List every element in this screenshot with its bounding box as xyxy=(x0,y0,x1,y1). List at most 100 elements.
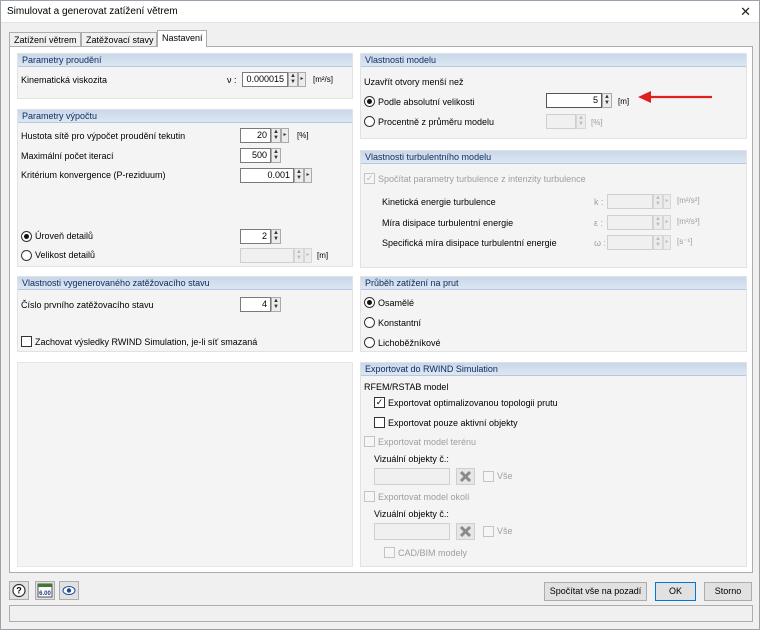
detail-size-menu-arrow[interactable]: ▸ xyxy=(304,248,312,263)
specific-dissipation-spinner[interactable]: ▲ ▼ xyxy=(653,235,663,250)
mesh-density-spinner[interactable]: ▲ ▼ xyxy=(271,128,281,143)
ok-button[interactable]: OK xyxy=(655,582,696,601)
mesh-density-menu-arrow[interactable]: ▸ xyxy=(281,128,289,143)
panel-title: Vlastnosti modelu xyxy=(361,54,746,67)
mesh-density-input[interactable]: 20 xyxy=(240,128,271,143)
absolute-size-unit: [m] xyxy=(618,97,630,106)
kinetic-energy-label: Kinetická energie turbulence xyxy=(382,197,496,207)
detail-size-spinner[interactable]: ▲ ▼ xyxy=(294,248,304,263)
export-optimized-topology-label: Exportovat optimalizovanou topologii pru… xyxy=(388,398,558,408)
select-objects-icon-1[interactable] xyxy=(456,468,475,485)
kinetic-energy-symbol: k : xyxy=(594,197,604,207)
export-active-only-label: Exportovat pouze aktivní objekty xyxy=(388,418,518,428)
percent-size-spinner[interactable]: ▲ ▼ xyxy=(576,114,586,129)
all-checkbox-1[interactable] xyxy=(483,471,494,482)
export-terrain-checkbox[interactable] xyxy=(364,436,375,447)
visual-objects-label-2: Vizuální objekty č.: xyxy=(374,509,449,519)
calculate-all-background-button[interactable]: Spočítat vše na pozadí xyxy=(544,582,647,601)
absolute-size-spinner[interactable]: ▲ ▼ xyxy=(602,93,612,108)
max-iterations-input[interactable]: 500 xyxy=(240,148,271,163)
kinetic-energy-unit: [m²/s²] xyxy=(677,196,700,205)
cad-bim-checkbox[interactable] xyxy=(384,547,395,558)
load-trapezoidal-radio[interactable] xyxy=(364,337,375,348)
absolute-size-radio[interactable] xyxy=(364,96,375,107)
percent-size-input[interactable] xyxy=(546,114,576,129)
turbulence-calc-checkbox[interactable]: ✓ xyxy=(364,173,375,184)
rfem-model-label: RFEM/RSTAB model xyxy=(364,382,449,392)
visual-objects-input-2[interactable] xyxy=(374,523,450,540)
dissipation-rate-unit: [m²/s³] xyxy=(677,217,700,226)
settings-page: Parametry proudění Kinematická viskozita… xyxy=(9,46,753,573)
all-label-1: Vše xyxy=(497,471,513,481)
cancel-button[interactable]: Storno xyxy=(704,582,752,601)
help-button[interactable]: ? xyxy=(9,581,29,600)
convergence-label: Kritérium konvergence (P-reziduum) xyxy=(21,170,166,180)
svg-text:?: ? xyxy=(16,586,22,596)
first-load-case-spinner[interactable]: ▲ ▼ xyxy=(271,297,281,312)
tab-wind-loads[interactable]: Zatížení větrem xyxy=(9,32,81,46)
percent-size-unit: [%] xyxy=(591,118,603,127)
cad-bim-label: CAD/BIM modely xyxy=(398,548,468,558)
status-bar xyxy=(9,605,753,622)
convergence-input[interactable]: 0.001 xyxy=(240,168,294,183)
load-trapezoidal-label: Lichoběžníkové xyxy=(378,338,441,348)
viscosity-symbol: ν : xyxy=(227,75,237,85)
export-surroundings-checkbox[interactable] xyxy=(364,491,375,502)
detail-level-label: Úroveň detailů xyxy=(35,231,94,241)
detail-level-spinner[interactable]: ▲ ▼ xyxy=(271,229,281,244)
close-openings-label: Uzavřít otvory menší než xyxy=(364,77,464,87)
title-bar: Simulovat a generovat zatížení větrem ✕ xyxy=(1,1,759,23)
viscosity-unit: [m²/s] xyxy=(313,75,333,84)
load-concentrated-label: Osamělé xyxy=(378,298,415,308)
turbulence-calc-label: Spočítat parametry turbulence z intenzit… xyxy=(378,174,586,184)
keep-results-checkbox[interactable] xyxy=(21,336,32,347)
kinetic-energy-spinner[interactable]: ▲ ▼ xyxy=(653,194,663,209)
detail-level-input[interactable]: 2 xyxy=(240,229,271,244)
tab-load-cases[interactable]: Zatěžovací stavy xyxy=(81,32,157,46)
annotation-arrow xyxy=(638,91,712,103)
specific-dissipation-symbol: ω : xyxy=(594,238,607,248)
tab-settings[interactable]: Nastavení xyxy=(157,30,207,47)
kinetic-energy-input[interactable] xyxy=(607,194,653,209)
first-load-case-input[interactable]: 4 xyxy=(240,297,271,312)
view-button[interactable] xyxy=(59,581,79,600)
absolute-size-input[interactable]: 5 xyxy=(546,93,602,108)
keep-results-label: Zachovat výsledky RWIND Simulation, je-l… xyxy=(35,337,258,347)
dissipation-rate-input[interactable] xyxy=(607,215,653,230)
specific-dissipation-label: Specifická míra disipace turbulentní ene… xyxy=(382,238,557,248)
detail-size-label: Velikost detailů xyxy=(35,250,96,260)
load-concentrated-radio[interactable] xyxy=(364,297,375,308)
dissipation-rate-symbol: ε : xyxy=(594,218,604,228)
export-active-only-checkbox[interactable] xyxy=(374,417,385,428)
select-objects-icon-2[interactable] xyxy=(456,523,475,540)
detail-size-input[interactable] xyxy=(240,248,294,263)
export-optimized-topology-checkbox[interactable]: ✓ xyxy=(374,397,385,408)
specific-dissipation-input[interactable] xyxy=(607,235,653,250)
viscosity-menu-arrow[interactable]: ▸ xyxy=(298,72,306,87)
all-checkbox-2[interactable] xyxy=(483,526,494,537)
viscosity-spinner[interactable]: ▲ ▼ xyxy=(288,72,298,87)
panel-title: Vlastnosti vygenerovaného zatěžovacího s… xyxy=(18,277,352,290)
units-button[interactable]: 6.00 xyxy=(35,581,55,600)
panel-title: Průběh zatížení na prut xyxy=(361,277,746,290)
load-constant-radio[interactable] xyxy=(364,317,375,328)
mesh-density-unit: [%] xyxy=(297,131,309,140)
first-load-case-label: Číslo prvního zatěžovacího stavu xyxy=(21,300,154,310)
visual-objects-input-1[interactable] xyxy=(374,468,450,485)
specific-dissipation-menu-arrow[interactable]: ▸ xyxy=(663,235,671,250)
percent-size-radio[interactable] xyxy=(364,116,375,127)
dissipation-rate-menu-arrow[interactable]: ▸ xyxy=(663,215,671,230)
dissipation-rate-spinner[interactable]: ▲ ▼ xyxy=(653,215,663,230)
viscosity-input[interactable]: 0.000015 xyxy=(242,72,288,87)
generated-load-case-panel: Vlastnosti vygenerovaného zatěžovacího s… xyxy=(17,276,353,352)
convergence-spinner[interactable]: ▲ ▼ xyxy=(294,168,304,183)
close-icon[interactable]: ✕ xyxy=(740,4,751,20)
max-iterations-spinner[interactable]: ▲ ▼ xyxy=(271,148,281,163)
eye-icon xyxy=(62,586,76,595)
kinetic-energy-menu-arrow[interactable]: ▸ xyxy=(663,194,671,209)
detail-size-radio[interactable] xyxy=(21,250,32,261)
detail-level-radio[interactable] xyxy=(21,231,32,242)
empty-panel xyxy=(17,362,353,567)
dissipation-rate-label: Míra disipace turbulentní energie xyxy=(382,218,514,228)
convergence-menu-arrow[interactable]: ▸ xyxy=(304,168,312,183)
